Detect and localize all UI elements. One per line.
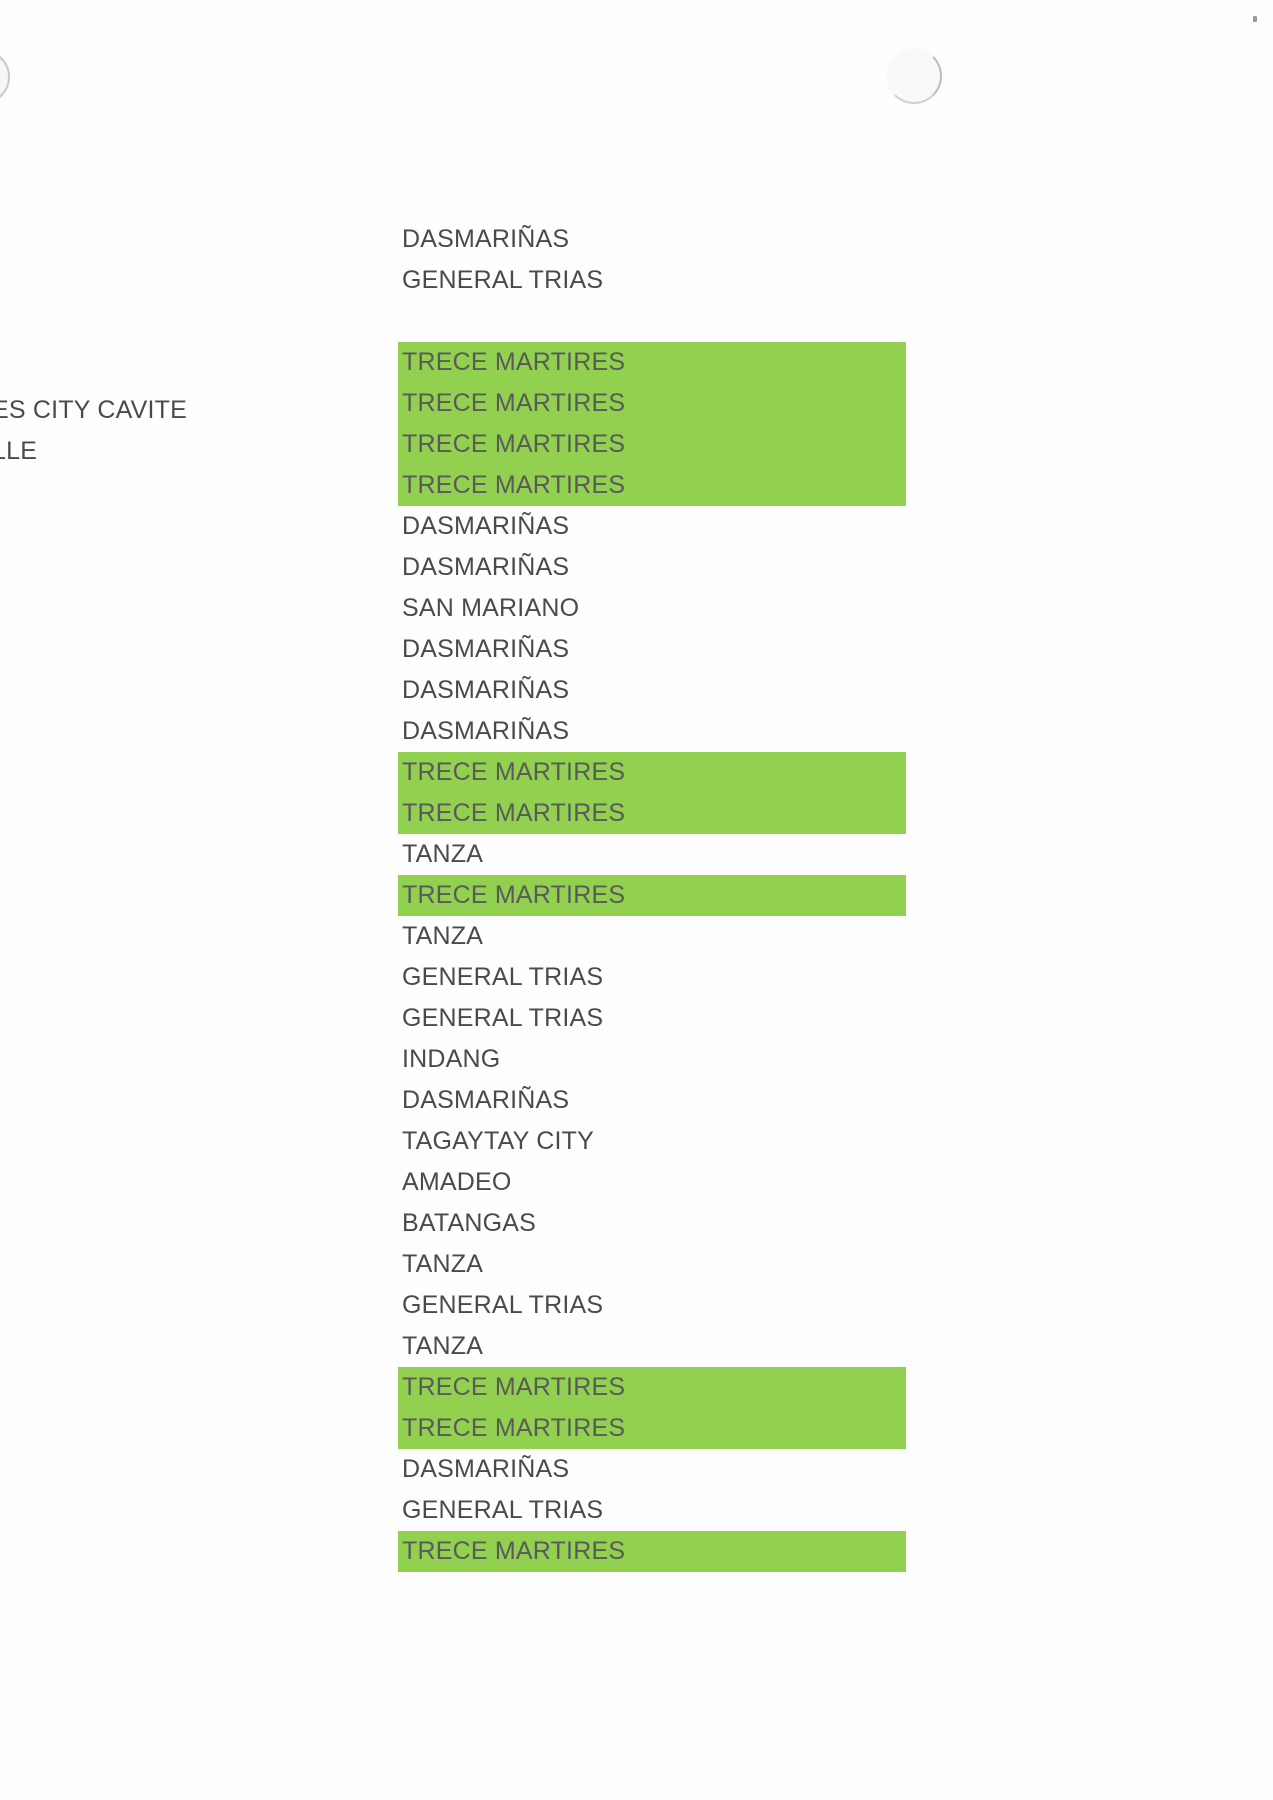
highlighted-list-item: TRECE MARTIRES — [398, 424, 906, 465]
highlighted-list-item: TRECE MARTIRES — [398, 793, 906, 834]
left-line: ES CITY CAVITE — [0, 396, 187, 424]
list-item: DASMARIÑAS — [402, 1086, 570, 1114]
highlighted-list-item: TRECE MARTIRES — [398, 342, 906, 383]
list-item: DASMARIÑAS — [402, 717, 570, 745]
left-line: LLE — [0, 437, 38, 465]
highlighted-list-item: TRECE MARTIRES — [398, 1531, 906, 1572]
punch-hole-right — [886, 48, 942, 104]
list-item: DASMARIÑAS — [402, 225, 570, 253]
list-item: GENERAL TRIAS — [402, 1291, 604, 1319]
list-item: GENERAL TRIAS — [402, 963, 604, 991]
list-item: BATANGAS — [402, 1209, 537, 1237]
list-item: SAN MARIANO — [402, 594, 580, 622]
highlighted-list-item: TRECE MARTIRES — [398, 1367, 906, 1408]
list-item: GENERAL TRIAS — [402, 1496, 604, 1524]
highlighted-list-item: TRECE MARTIRES — [398, 1408, 906, 1449]
left-column-clipped-text: ES CITY CAVITE LLE — [0, 390, 187, 472]
list-item: TANZA — [402, 922, 484, 950]
city-list: DASMARIÑAS GENERAL TRIAS TRECE MARTIRES TRE… — [398, 219, 906, 1572]
list-item: DASMARIÑAS — [402, 635, 570, 663]
list-item: GENERAL TRIAS — [402, 1004, 604, 1032]
scan-mark — [1253, 16, 1257, 22]
list-item: GENERAL TRIAS — [402, 266, 604, 294]
list-item: TANZA — [402, 840, 484, 868]
list-item: TANZA — [402, 1250, 484, 1278]
list-item: DASMARIÑAS — [402, 676, 570, 704]
highlighted-list-item: TRECE MARTIRES — [398, 752, 906, 793]
highlighted-list-item: TRECE MARTIRES — [398, 875, 906, 916]
list-item: TANZA — [402, 1332, 484, 1360]
list-item: TAGAYTAY CITY — [402, 1127, 594, 1155]
list-item: INDANG — [402, 1045, 501, 1073]
list-item: DASMARIÑAS — [402, 512, 570, 540]
highlighted-list-item: TRECE MARTIRES — [398, 383, 906, 424]
list-gap — [398, 301, 906, 342]
highlighted-list-item: TRECE MARTIRES — [398, 465, 906, 506]
punch-hole-left — [0, 50, 10, 104]
list-item: DASMARIÑAS — [402, 1455, 570, 1483]
scanned-page: ES CITY CAVITE LLE DASMARIÑAS GENERAL TRI… — [0, 0, 1273, 1800]
list-item: AMADEO — [402, 1168, 512, 1196]
list-item: DASMARIÑAS — [402, 553, 570, 581]
